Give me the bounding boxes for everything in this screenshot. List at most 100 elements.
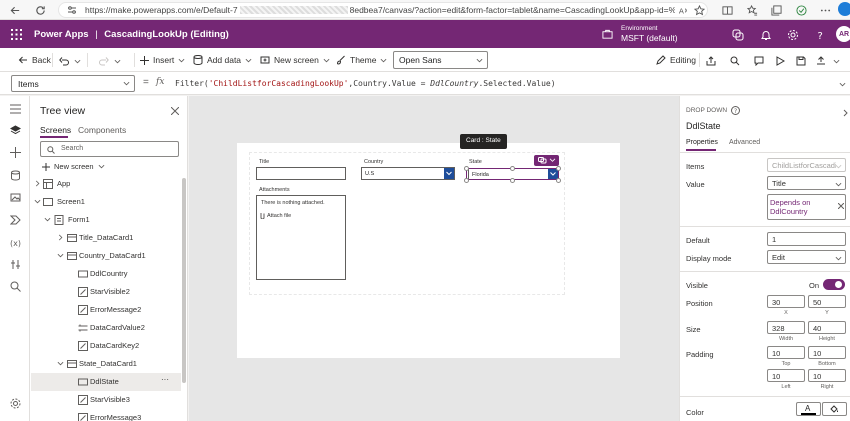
- favorites-list-icon[interactable]: [746, 4, 758, 16]
- height-input[interactable]: 40: [808, 321, 846, 334]
- tree-new-screen-button[interactable]: New screen: [42, 162, 105, 171]
- share-icon[interactable]: [705, 55, 716, 66]
- environment-name[interactable]: MSFT (default): [621, 33, 678, 43]
- back-button[interactable]: Back: [18, 48, 51, 72]
- publish-icon[interactable]: [815, 55, 826, 66]
- position-x-input[interactable]: 30: [767, 295, 805, 308]
- split-screen-icon[interactable]: [721, 4, 733, 16]
- font-color-button[interactable]: A: [796, 402, 821, 416]
- app-launcher-icon[interactable]: [10, 28, 22, 40]
- tree-node-app[interactable]: App: [31, 175, 181, 193]
- collections-icon[interactable]: [770, 4, 782, 16]
- display-mode-select[interactable]: Edit: [767, 250, 846, 264]
- tree-node-ddlcountry[interactable]: DdlCountry: [31, 265, 181, 283]
- tree-node-errormessage3[interactable]: ErrorMessage3: [31, 409, 181, 421]
- clear-close-icon[interactable]: [837, 202, 844, 209]
- chevron-down-icon[interactable]: [832, 57, 840, 65]
- tree-node-ddlstate[interactable]: DdlState ···: [31, 373, 181, 391]
- tree-node-screen1[interactable]: Screen1: [31, 193, 181, 211]
- variables-icon[interactable]: (x): [9, 236, 22, 249]
- edge-copilot-icon[interactable]: [838, 2, 850, 16]
- redo-icon[interactable]: [98, 55, 109, 66]
- add-data-button[interactable]: Add data: [193, 48, 252, 72]
- undo-dropdown-chevron-icon[interactable]: [73, 57, 81, 65]
- tree-node-errormessage2[interactable]: ErrorMessage2: [31, 301, 181, 319]
- tree-node-starvisible3[interactable]: StarVisible3: [31, 391, 181, 409]
- browser-menu-icon[interactable]: [819, 4, 831, 16]
- fill-color-button[interactable]: [822, 402, 847, 416]
- layers-icon[interactable]: [9, 124, 22, 137]
- resize-handle[interactable]: [556, 166, 561, 171]
- info-icon[interactable]: ?: [731, 106, 741, 115]
- tab-properties[interactable]: Properties: [686, 139, 718, 146]
- padding-left-input[interactable]: 10: [767, 369, 805, 382]
- collapse-panel-chevron-icon[interactable]: [842, 108, 848, 117]
- read-aloud-icon[interactable]: A: [677, 4, 689, 16]
- notifications-bell-icon[interactable]: [759, 28, 772, 41]
- padding-right-input[interactable]: 10: [808, 369, 846, 382]
- app-checker-icon[interactable]: [729, 55, 740, 66]
- tree-node-datacardkey2[interactable]: DataCardKey2: [31, 337, 181, 355]
- settings-gear-icon[interactable]: [786, 28, 799, 41]
- tab-components[interactable]: Components: [78, 125, 126, 135]
- resize-handle[interactable]: [510, 178, 515, 183]
- more-options-button[interactable]: ···: [161, 375, 169, 384]
- resize-handle[interactable]: [464, 178, 469, 183]
- tree-node-country-datacard[interactable]: Country_DataCard1: [31, 247, 181, 265]
- tab-advanced[interactable]: Advanced: [729, 139, 760, 146]
- preview-play-icon[interactable]: [774, 55, 785, 66]
- expand-formula-chevron-icon[interactable]: [838, 80, 846, 88]
- position-y-input[interactable]: 50: [808, 295, 846, 308]
- data-icon[interactable]: [9, 169, 22, 182]
- close-icon[interactable]: [170, 106, 179, 115]
- save-icon[interactable]: [795, 55, 806, 66]
- settings-gear-icon[interactable]: [9, 397, 22, 410]
- padding-bottom-input[interactable]: 10: [808, 346, 846, 359]
- redo-dropdown-chevron-icon[interactable]: [113, 57, 121, 65]
- back-arrow-icon[interactable]: [9, 4, 21, 16]
- formula-input[interactable]: Filter('ChildListforCascadingLookUp',Cou…: [175, 79, 556, 88]
- property-select[interactable]: Items: [11, 75, 135, 92]
- refresh-icon[interactable]: [34, 4, 46, 16]
- editing-mode-button[interactable]: Editing: [656, 48, 696, 72]
- width-input[interactable]: 328: [767, 321, 805, 334]
- brand-name[interactable]: Power Apps: [34, 29, 89, 40]
- help-icon[interactable]: ?: [813, 28, 826, 41]
- favorite-star-icon[interactable]: [693, 4, 705, 16]
- site-info-icon[interactable]: [66, 4, 78, 16]
- items-select[interactable]: ChildListforCascadi...: [767, 158, 846, 172]
- resize-handle[interactable]: [556, 178, 561, 183]
- extension-icon[interactable]: [795, 4, 807, 16]
- insert-button[interactable]: Insert: [140, 48, 185, 72]
- undo-icon[interactable]: [58, 55, 69, 66]
- tree-node-title-datacard[interactable]: Title_DataCard1: [31, 229, 181, 247]
- resize-handle[interactable]: [510, 166, 515, 171]
- media-icon[interactable]: [9, 191, 22, 204]
- attachments-control[interactable]: [256, 195, 346, 280]
- country-dropdown[interactable]: U.S: [361, 167, 455, 180]
- tree-node-datacardvalue2[interactable]: DataCardValue2: [31, 319, 181, 337]
- insert-plus-icon[interactable]: [9, 146, 22, 159]
- new-screen-button[interactable]: New screen: [260, 48, 330, 72]
- title-textbox[interactable]: [256, 167, 346, 180]
- font-select[interactable]: Open Sans: [393, 51, 488, 69]
- tree-node-form1[interactable]: Form1: [31, 211, 181, 229]
- theme-button[interactable]: Theme: [336, 48, 387, 72]
- value-select[interactable]: Title: [767, 176, 846, 190]
- hamburger-menu-icon[interactable]: [9, 102, 22, 115]
- tree-node-state-datacard[interactable]: State_DataCard1: [31, 355, 181, 373]
- tree-scrollbar[interactable]: [182, 178, 186, 383]
- user-avatar[interactable]: AR: [836, 26, 850, 42]
- copilot-icon[interactable]: [731, 28, 744, 41]
- comments-icon[interactable]: [753, 55, 764, 66]
- default-input[interactable]: 1: [767, 232, 846, 246]
- resize-handle[interactable]: [464, 166, 469, 171]
- search-icon[interactable]: [9, 280, 22, 293]
- advanced-tools-icon[interactable]: [9, 258, 22, 271]
- attach-file-button[interactable]: Attach file: [260, 212, 291, 219]
- control-menu-button[interactable]: [534, 155, 559, 166]
- tree-node-starvisible2[interactable]: StarVisible2: [31, 283, 181, 301]
- padding-top-input[interactable]: 10: [767, 346, 805, 359]
- tab-screens[interactable]: Screens: [40, 125, 71, 135]
- power-automate-icon[interactable]: [9, 213, 22, 226]
